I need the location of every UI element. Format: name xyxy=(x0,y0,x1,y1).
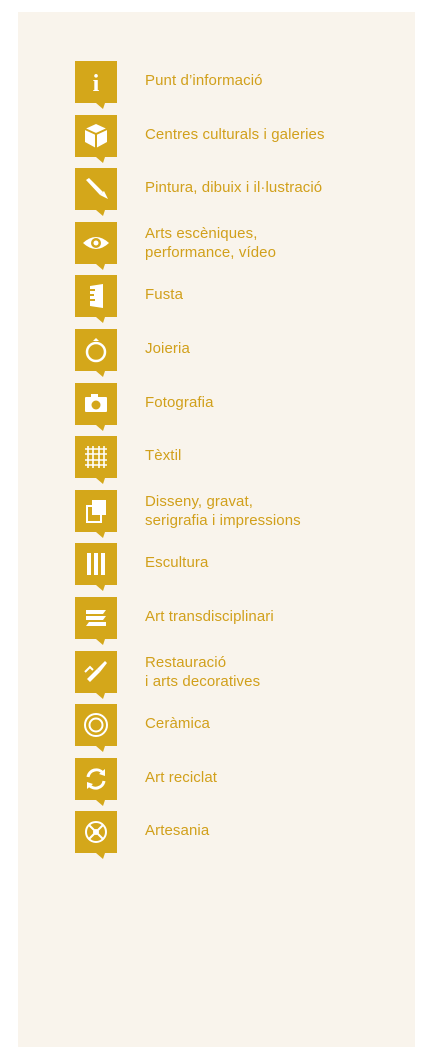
legend-label-line-2: performance, vídeo xyxy=(145,244,277,261)
svg-text:i: i xyxy=(93,71,100,97)
legend-label: Fotografia xyxy=(145,393,405,412)
legend-label: Escultura xyxy=(145,553,405,572)
layers-icon xyxy=(75,490,117,540)
legend-panel: i Punt d’informació Centres culturals i … xyxy=(18,12,415,1047)
legend-label-line-1: Centres culturals i galeries xyxy=(145,126,325,143)
legend-label-line-1: Art reciclat xyxy=(145,769,218,786)
legend-label-line-2: i arts decoratives xyxy=(145,673,261,690)
legend-item-camera: Fotografia xyxy=(75,383,405,433)
legend-label: Arts escèniques, performance, vídeo xyxy=(145,224,405,262)
legend-label-line-1: Fusta xyxy=(145,286,184,303)
legend-item-stack: Art transdisciplinari xyxy=(75,597,405,647)
legend-label: Art reciclat xyxy=(145,768,405,787)
legend-label: Pintura, dibuix i il·lustració xyxy=(145,178,405,197)
camera-icon xyxy=(75,383,117,433)
legend-label: Ceràmica xyxy=(145,714,405,733)
legend-label-line-1: Artesania xyxy=(145,822,210,839)
legend-label: Artesania xyxy=(145,821,405,840)
paintbrush-icon xyxy=(75,168,117,218)
legend-item-columns: Escultura xyxy=(75,543,405,593)
recycle-icon xyxy=(75,758,117,808)
info-icon: i xyxy=(75,61,117,111)
legend-label-line-1: Punt d’informació xyxy=(145,72,263,89)
ring-icon xyxy=(75,329,117,379)
craft-wheel-icon xyxy=(75,811,117,861)
legend-item-recycle: Art reciclat xyxy=(75,758,405,808)
legend-item-eye: Arts escèniques, performance, vídeo xyxy=(75,222,405,272)
legend-label-line-1: Joieria xyxy=(145,340,190,357)
eye-icon xyxy=(75,222,117,272)
legend-label-line-2: serigrafia i impressions xyxy=(145,512,301,529)
columns-icon xyxy=(75,543,117,593)
legend-item-ring: Joieria xyxy=(75,329,405,379)
textile-icon xyxy=(75,436,117,486)
cube-icon xyxy=(75,115,117,165)
legend-item-restoration-brush: Restauració i arts decoratives xyxy=(75,651,405,701)
legend-label: Fusta xyxy=(145,285,405,304)
legend-item-ceramic-circle: Ceràmica xyxy=(75,704,405,754)
legend-label-line-1: Tèxtil xyxy=(145,447,182,464)
legend-item-paintbrush: Pintura, dibuix i il·lustració xyxy=(75,168,405,218)
legend-label: Disseny, gravat, serigrafia i impressions xyxy=(145,492,405,530)
legend-label-line-1: Art transdisciplinari xyxy=(145,608,274,625)
legend-label: Punt d’informació xyxy=(145,71,405,90)
legend-label: Tèxtil xyxy=(145,446,405,465)
legend-label-line-1: Ceràmica xyxy=(145,715,210,732)
legend-label-line-1: Disseny, gravat, xyxy=(145,493,254,510)
legend-item-craft-wheel: Artesania xyxy=(75,811,405,861)
category-legend: i Punt d’informació Centres culturals i … xyxy=(18,12,415,1047)
legend-item-textile: Tèxtil xyxy=(75,436,405,486)
legend-label: Restauració i arts decoratives xyxy=(145,653,405,691)
restoration-brush-icon xyxy=(75,651,117,701)
legend-label: Centres culturals i galeries xyxy=(145,125,405,144)
legend-item-info: i Punt d’informació xyxy=(75,61,405,111)
wood-plank-icon xyxy=(75,275,117,325)
ceramic-circle-icon xyxy=(75,704,117,754)
stack-icon xyxy=(75,597,117,647)
legend-item-layers: Disseny, gravat, serigrafia i impressions xyxy=(75,490,405,540)
legend-label: Art transdisciplinari xyxy=(145,607,405,626)
legend-label-line-1: Escultura xyxy=(145,554,209,571)
legend-label: Joieria xyxy=(145,339,405,358)
legend-label-line-1: Pintura, dibuix i il·lustració xyxy=(145,179,323,196)
legend-item-wood-plank: Fusta xyxy=(75,275,405,325)
legend-label-line-1: Restauració xyxy=(145,654,227,671)
legend-item-cube: Centres culturals i galeries xyxy=(75,115,405,165)
legend-label-line-1: Fotografia xyxy=(145,394,214,411)
legend-label-line-1: Arts escèniques, xyxy=(145,225,258,242)
